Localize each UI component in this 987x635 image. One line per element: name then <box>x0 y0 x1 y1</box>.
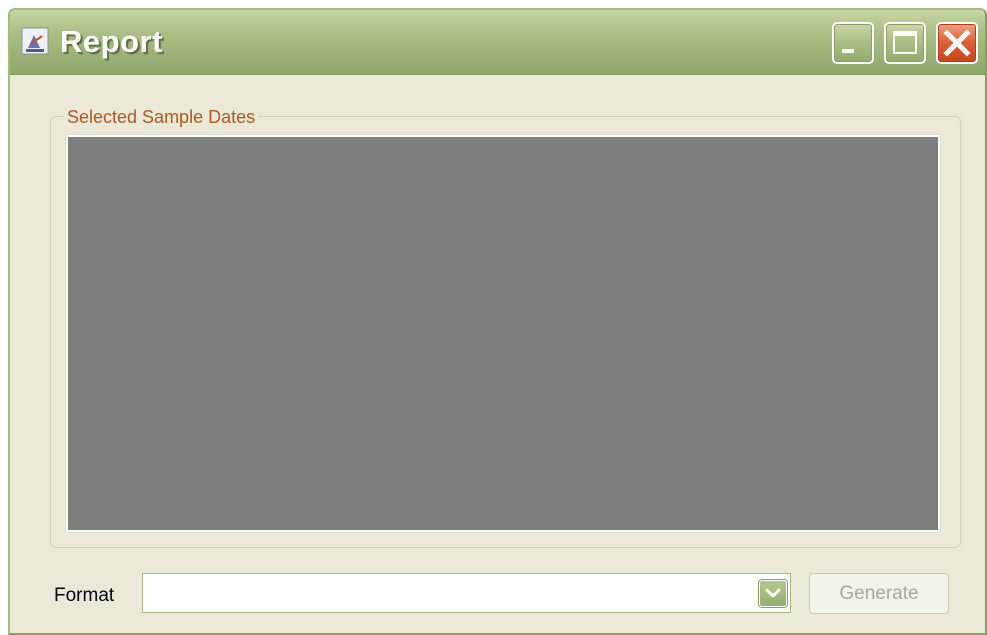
java-app-icon <box>21 27 49 55</box>
window-title: Report <box>60 24 163 59</box>
generate-button[interactable]: Generate <box>809 573 949 614</box>
close-button[interactable] <box>936 22 978 64</box>
maximize-button[interactable] <box>884 22 926 64</box>
sample-dates-group-label: Selected Sample Dates <box>64 106 259 128</box>
format-label: Format <box>54 585 115 606</box>
report-window: Report Selected Sample Dates Format Gene… <box>8 8 987 635</box>
minimize-button[interactable] <box>832 22 874 64</box>
sample-dates-list[interactable] <box>66 135 940 532</box>
title-bar[interactable]: Report <box>10 10 985 75</box>
maximize-icon <box>893 31 917 54</box>
close-icon <box>943 29 971 57</box>
minimize-icon <box>842 49 854 53</box>
chevron-down-icon <box>765 588 781 598</box>
format-dropdown[interactable] <box>142 573 791 613</box>
dropdown-button[interactable] <box>759 580 787 607</box>
